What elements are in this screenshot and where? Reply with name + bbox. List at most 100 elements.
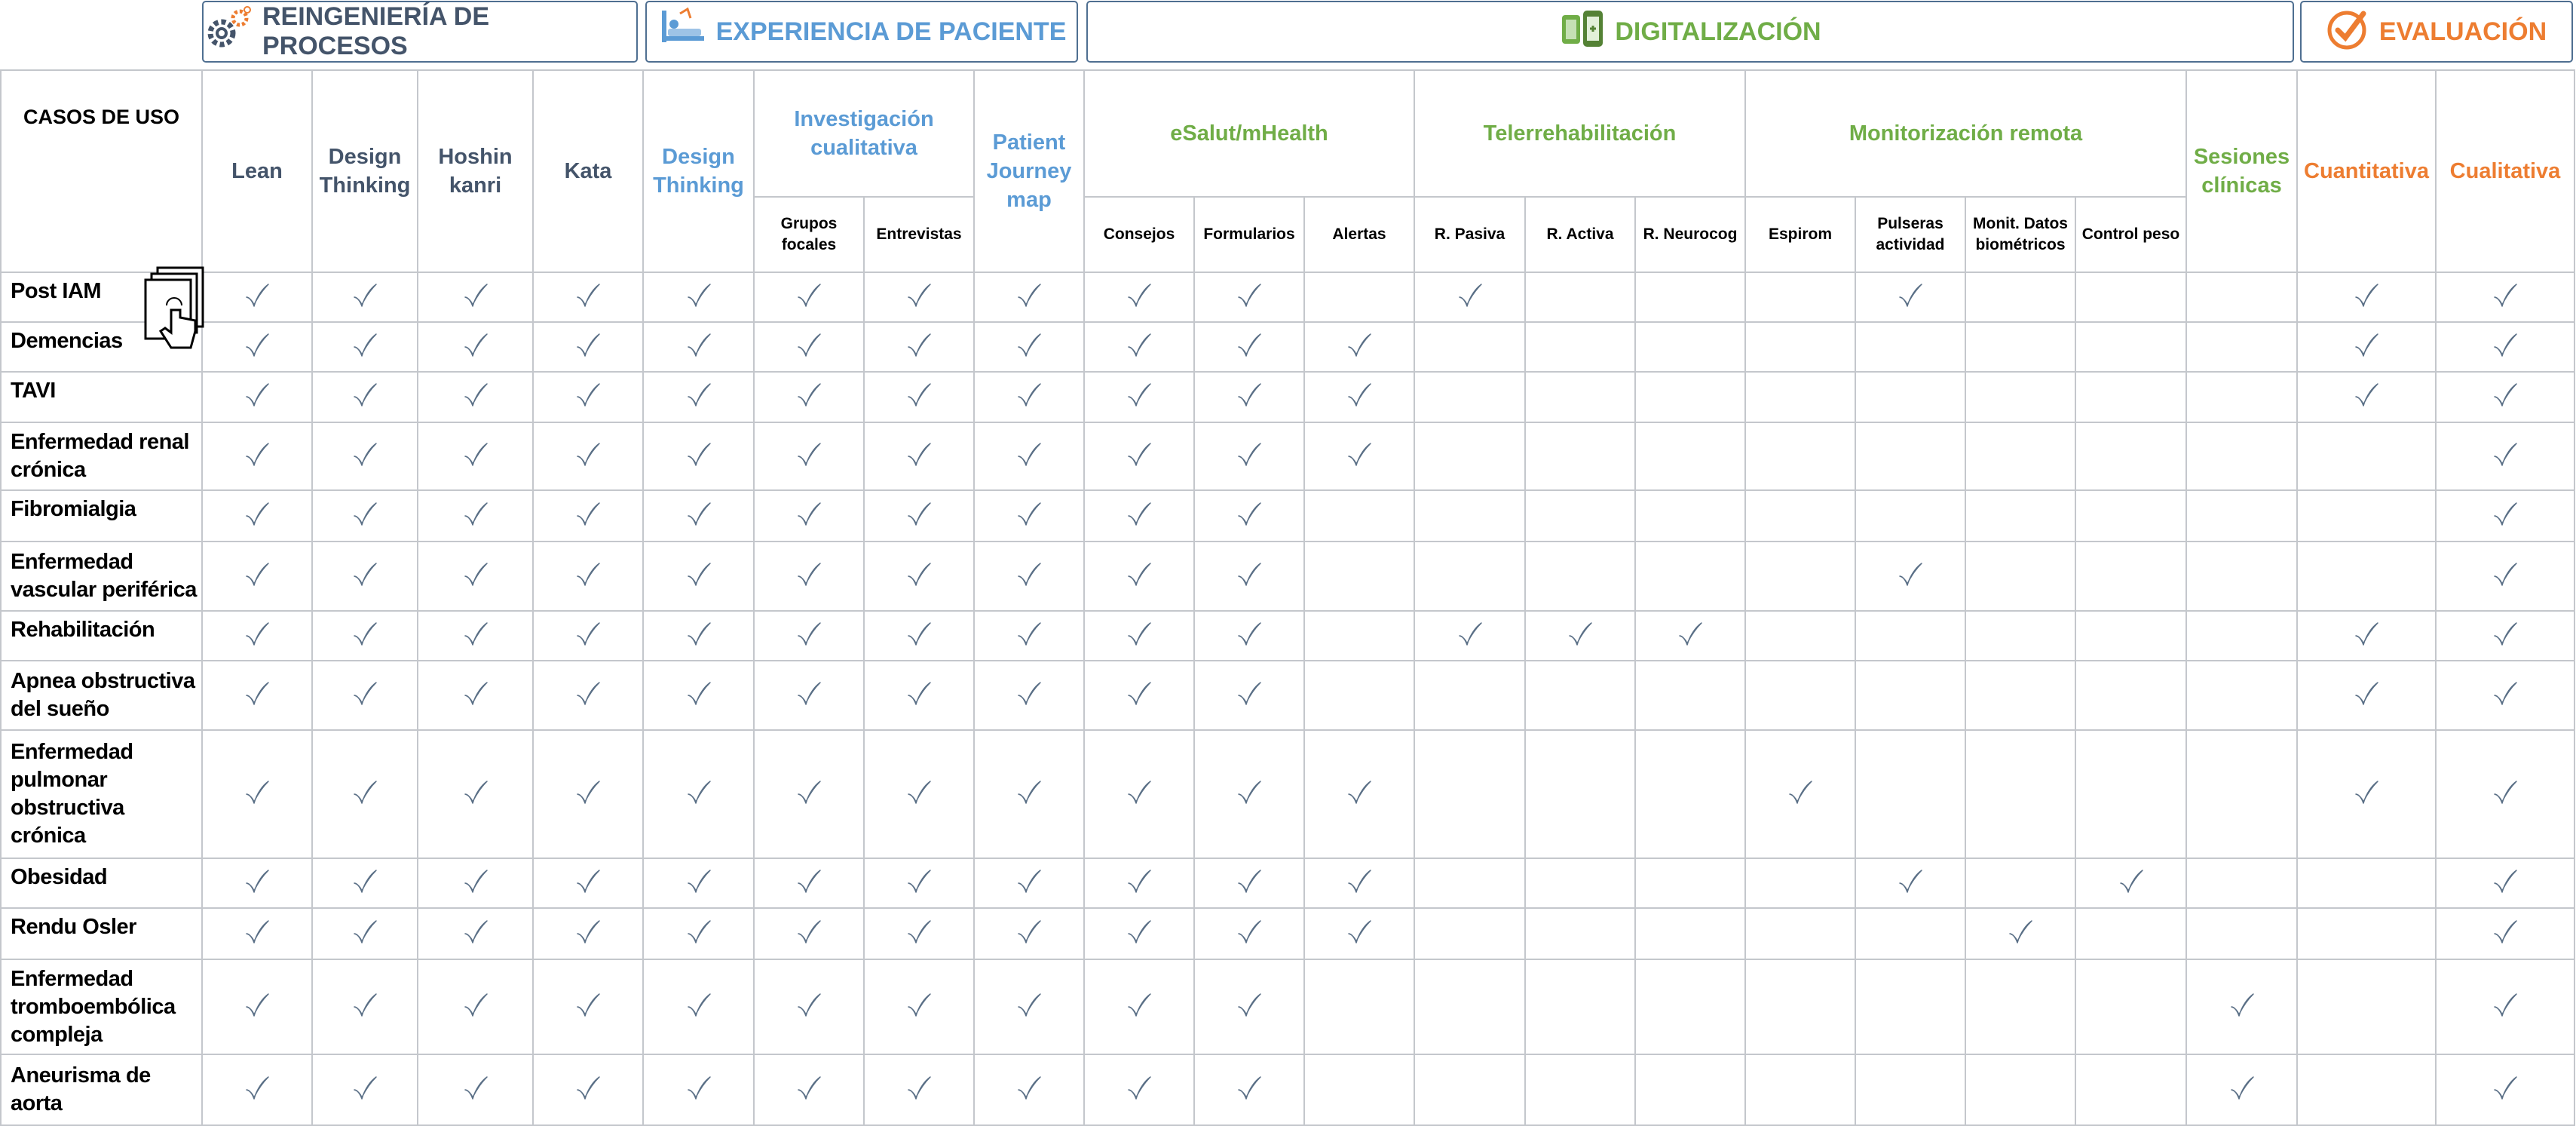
table-cell: [1193, 610, 1305, 661]
table-row: TAVI: [0, 371, 2575, 423]
subheader-datos-biometricos: Monit. Datos biométricos: [1965, 196, 2076, 273]
table-cell: [417, 610, 534, 661]
table-cell: [201, 272, 313, 323]
table-cell: [532, 422, 644, 491]
table-cell: [1965, 489, 2076, 542]
checkmark-icon: [244, 441, 271, 468]
table-cell: [417, 541, 534, 612]
table-cell: [973, 858, 1085, 909]
table-cell: [642, 729, 755, 859]
table-cell: [1083, 729, 1195, 859]
checkmark-icon: [244, 779, 271, 806]
checkmark-icon: [1677, 621, 1704, 648]
table-cell: [2435, 610, 2575, 661]
checkmark-icon: [1126, 992, 1153, 1019]
checkmark-icon: [795, 441, 822, 468]
table-cell: [1303, 1054, 1415, 1126]
checkmark-icon: [2492, 1075, 2519, 1102]
table-row: Enfermedad tromboembólica compleja: [0, 959, 2575, 1055]
checkmark-icon: [1897, 282, 1924, 309]
checkmark-icon: [795, 501, 822, 528]
table-cell: [753, 959, 865, 1055]
table-cell: [642, 660, 755, 731]
checkmark-icon: [2492, 501, 2519, 528]
table-cell: [2435, 422, 2575, 491]
table-cell: [1744, 1054, 1856, 1126]
table-cell: [417, 729, 534, 859]
table-cell: [642, 959, 755, 1055]
table-cell: [1414, 907, 1526, 960]
table-cell: [311, 729, 418, 859]
table-cell: [1744, 610, 1856, 661]
checkmark-icon: [351, 441, 378, 468]
table-cell: [1524, 858, 1636, 909]
table-cell: [2185, 1054, 2298, 1126]
table-cell: [1193, 907, 1305, 960]
table-cell: [642, 1054, 755, 1126]
table-cell: [1524, 541, 1636, 612]
use-case-name: Aneurisma de aorta: [0, 1054, 203, 1126]
table-cell: [1634, 422, 1746, 491]
table-cell: [1414, 371, 1526, 423]
checkmark-icon: [1456, 621, 1484, 648]
table-cell: [311, 422, 418, 491]
table-cell: [201, 1054, 313, 1126]
table-cell: [1744, 371, 1856, 423]
table-cell: [2435, 660, 2575, 731]
table-cell: [1965, 371, 2076, 423]
table-cell: [1965, 272, 2076, 323]
header-monitorizacion-remota: Monitorización remota: [1744, 69, 2187, 198]
table-cell: [1414, 858, 1526, 909]
checkmark-icon: [685, 868, 712, 895]
table-cell: [642, 422, 755, 491]
checkmark-icon: [244, 282, 271, 309]
header-design-thinking-2: Design Thinking: [642, 69, 755, 273]
use-case-name: Enfermedad renal crónica: [0, 422, 203, 491]
checkmark-icon: [1126, 332, 1153, 359]
use-case-name: Obesidad: [0, 858, 203, 909]
checkmark-icon: [905, 1075, 933, 1102]
checkmark-icon: [351, 332, 378, 359]
table-cell: [2185, 959, 2298, 1055]
table-cell: [1965, 907, 2076, 960]
table-cell: [2185, 272, 2298, 323]
checkmark-icon: [1126, 680, 1153, 707]
table-cell: [1083, 321, 1195, 373]
checkmark-icon: [685, 919, 712, 946]
table-cell: [532, 858, 644, 909]
checkmark-icon: [351, 680, 378, 707]
checkmark-icon: [462, 621, 489, 648]
table-cell: [1083, 541, 1195, 612]
table-cell: [2075, 907, 2187, 960]
table-cell: [2185, 371, 2298, 423]
table-cell: [311, 858, 418, 909]
use-case-name: Enfermedad tromboembólica compleja: [0, 959, 203, 1055]
table-cell: [2185, 907, 2298, 960]
checkmark-icon: [795, 332, 822, 359]
table-cell: [753, 907, 865, 960]
table-cell: [2435, 959, 2575, 1055]
subheader-control-peso: Control peso: [2075, 196, 2187, 273]
checkmark-icon: [462, 332, 489, 359]
subheader-r-activa: R. Activa: [1524, 196, 1636, 273]
table-cell: [1414, 959, 1526, 1055]
table-cell: [2296, 858, 2437, 909]
checkmark-icon: [685, 1075, 712, 1102]
table-cell: [2296, 660, 2437, 731]
table-row: Enfermedad vascular periférica: [0, 541, 2575, 612]
checkmark-icon: [1126, 919, 1153, 946]
table-cell: [2075, 729, 2187, 859]
header-kata: Kata: [532, 69, 644, 273]
checkmark-icon: [2353, 621, 2380, 648]
checkmark-icon: [1236, 680, 1263, 707]
checkmark-icon: [2492, 561, 2519, 588]
table-cell: [863, 489, 975, 542]
header-casos-label: CASOS DE USO: [23, 106, 180, 128]
table-cell: [417, 858, 534, 909]
table-cell: [532, 610, 644, 661]
table-cell: [1414, 729, 1526, 859]
table-cell: [2296, 1054, 2437, 1126]
checkmark-icon: [462, 382, 489, 409]
table-cell: [2075, 321, 2187, 373]
table-cell: [1193, 729, 1305, 859]
